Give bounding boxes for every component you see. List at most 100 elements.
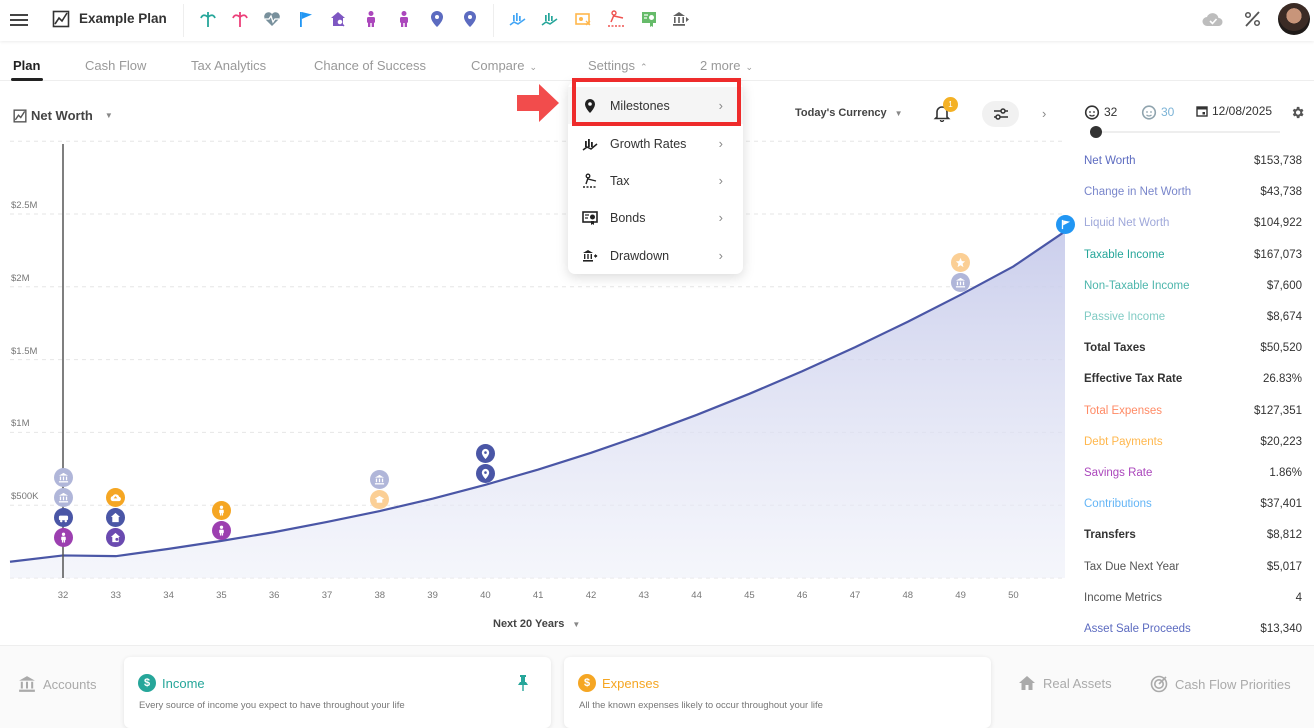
palm-tree-pink-icon[interactable]: [230, 9, 250, 29]
x-tick-label: 43: [638, 590, 650, 601]
timeline-slider-track[interactable]: [1090, 131, 1280, 133]
chevron-down-icon: ⌄: [529, 62, 538, 72]
chevron-down-icon: ⌄: [745, 62, 754, 72]
hamburger-menu-icon[interactable]: [10, 11, 28, 27]
metric-row[interactable]: Savings Rate 1.86%: [1084, 467, 1302, 479]
milestone-star-icon[interactable]: [951, 252, 971, 272]
milestone-graduation-icon[interactable]: [370, 489, 390, 509]
metric-row[interactable]: Taxable Income $167,073: [1084, 249, 1302, 261]
y-tick-label: $1.5M: [11, 345, 38, 357]
metric-row[interactable]: Liquid Net Worth $104,922: [1084, 217, 1302, 229]
metric-row[interactable]: Change in Net Worth $43,738: [1084, 186, 1302, 198]
tax-scissors-icon: [583, 173, 597, 188]
person-purple-2-icon[interactable]: [394, 9, 414, 29]
menu-item-growth-rates[interactable]: Growth Rates ›: [568, 125, 743, 162]
x-tick-label: 38: [374, 590, 386, 601]
metric-row[interactable]: Passive Income $8,674: [1084, 311, 1302, 323]
range-select[interactable]: Next 20 Years ▼: [493, 618, 580, 630]
bank-drawdown-icon[interactable]: [671, 9, 691, 29]
metric-row[interactable]: Transfers $8,812: [1084, 529, 1302, 541]
gear-icon[interactable]: [1290, 105, 1305, 120]
growth-rates-blue-icon[interactable]: [508, 9, 528, 29]
user-avatar[interactable]: [1278, 3, 1310, 35]
accounts-link[interactable]: Accounts: [18, 675, 96, 693]
tab-settings[interactable]: Settings ⌃: [588, 58, 648, 73]
age-spouse[interactable]: 30: [1141, 104, 1174, 120]
currency-select[interactable]: Today's Currency ▼: [795, 107, 903, 119]
menu-item-milestones[interactable]: Milestones ›: [568, 87, 743, 124]
bank-drawdown-icon: [583, 249, 598, 262]
pin-icon[interactable]: [517, 674, 529, 692]
metric-row[interactable]: Contributions $37,401: [1084, 498, 1302, 510]
tab-cash-flow[interactable]: Cash Flow: [85, 58, 146, 73]
top-bar: Example Plan: [0, 0, 1314, 41]
milestone-bank-icon[interactable]: [370, 469, 390, 489]
metric-value: $153,738: [1254, 155, 1302, 167]
cloud-check-icon[interactable]: [1202, 11, 1224, 27]
expenses-card[interactable]: $ Expenses All the known expenses likely…: [564, 657, 991, 728]
house-search-icon[interactable]: [328, 9, 348, 29]
milestone-map-pin-icon[interactable]: [475, 463, 495, 483]
metric-value: $13,340: [1260, 623, 1302, 635]
metric-row[interactable]: Asset Sale Proceeds $13,340: [1084, 623, 1302, 635]
tab-tax-analytics[interactable]: Tax Analytics: [191, 58, 266, 73]
milestone-cloud-upload-icon[interactable]: [106, 487, 126, 507]
bank-icon: [375, 474, 385, 484]
tab-plan[interactable]: Plan: [13, 58, 40, 73]
map-pin-2-icon[interactable]: [460, 9, 480, 29]
milestone-map-pin-icon[interactable]: [475, 443, 495, 463]
person-purple-icon[interactable]: [361, 9, 381, 29]
tab-chance-of-success[interactable]: Chance of Success: [314, 58, 426, 73]
growth-rates-teal-icon[interactable]: [540, 9, 560, 29]
filter-settings-button[interactable]: [982, 101, 1019, 127]
timeline-slider-thumb[interactable]: [1090, 126, 1102, 138]
percent-moon-icon[interactable]: [1243, 9, 1262, 28]
palm-tree-teal-icon[interactable]: [198, 9, 218, 29]
milestone-bank-icon[interactable]: [951, 272, 971, 292]
tab-compare[interactable]: Compare ⌄: [471, 58, 537, 73]
real-assets-link[interactable]: Real Assets: [1018, 675, 1112, 691]
tax-scissors-icon[interactable]: [606, 9, 626, 29]
milestone-person-icon[interactable]: [211, 500, 231, 520]
menu-item-tax[interactable]: Tax ›: [568, 162, 743, 199]
milestone-person-icon[interactable]: [211, 520, 231, 540]
x-tick-label: 32: [57, 590, 69, 601]
milestone-car-icon[interactable]: [53, 507, 73, 527]
metric-row[interactable]: Debt Payments $20,223: [1084, 436, 1302, 448]
milestone-home-icon[interactable]: [106, 507, 126, 527]
map-pin-icon[interactable]: [427, 9, 447, 29]
income-card[interactable]: $ Income Every source of income you expe…: [124, 657, 551, 728]
metric-row[interactable]: Tax Due Next Year $5,017: [1084, 561, 1302, 573]
milestone-person-icon[interactable]: [53, 527, 73, 547]
flag-icon: [1061, 219, 1070, 229]
metric-row[interactable]: Effective Tax Rate 26.83%: [1084, 373, 1302, 385]
bonds-certificate-icon[interactable]: [639, 9, 659, 29]
metric-row[interactable]: Total Expenses $127,351: [1084, 405, 1302, 417]
heartbeat-icon[interactable]: [262, 9, 282, 29]
face-icon: [1141, 105, 1157, 120]
flag-icon[interactable]: [296, 9, 316, 29]
milestone-bank-icon[interactable]: [53, 467, 73, 487]
y-tick-label: $500K: [11, 491, 39, 503]
sliders-icon: [993, 108, 1008, 120]
tab-more[interactable]: 2 more ⌄: [700, 58, 753, 73]
metric-row[interactable]: Net Worth $153,738: [1084, 155, 1302, 167]
chevron-right-icon[interactable]: ›: [1042, 106, 1046, 121]
milestone-house-search-icon[interactable]: [106, 527, 126, 547]
age-primary[interactable]: 32: [1084, 104, 1117, 120]
chevron-right-icon: ›: [718, 248, 723, 263]
milestone-bank-icon[interactable]: [53, 487, 73, 507]
bonds-tax-icon[interactable]: [573, 9, 593, 29]
menu-item-bonds[interactable]: Bonds ›: [568, 199, 743, 236]
metric-select[interactable]: Net Worth ▼: [13, 108, 113, 123]
milestone-flag-icon[interactable]: [1055, 214, 1075, 234]
cash-flow-priorities-link[interactable]: Cash Flow Priorities: [1150, 675, 1291, 693]
current-date[interactable]: 12/08/2025: [1196, 104, 1272, 118]
metric-row[interactable]: Non-Taxable Income $7,600: [1084, 280, 1302, 292]
graduation-icon: [375, 495, 385, 503]
net-worth-chart: [9, 140, 1066, 579]
metric-row[interactable]: Income Metrics 4: [1084, 592, 1302, 604]
map-pin-icon: [585, 98, 595, 113]
menu-item-drawdown[interactable]: Drawdown ›: [568, 237, 743, 274]
metric-row[interactable]: Total Taxes $50,520: [1084, 342, 1302, 354]
